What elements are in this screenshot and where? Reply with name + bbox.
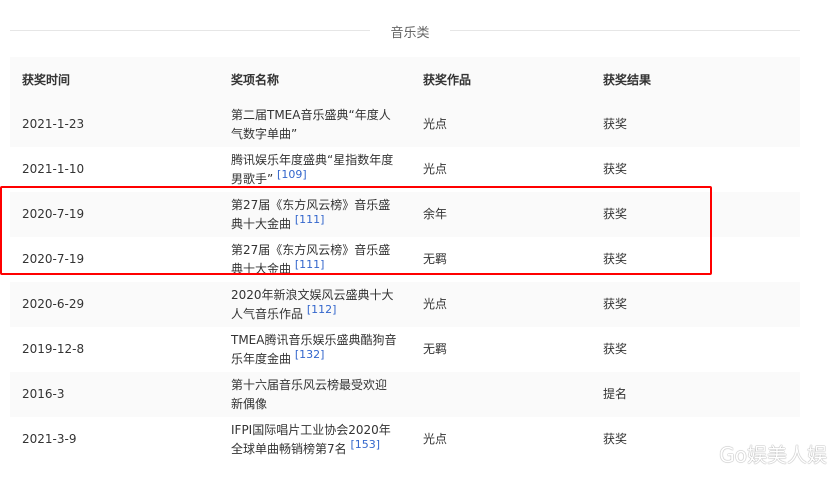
section-header: 音乐类 bbox=[10, 20, 800, 41]
date-cell: 2016-3 bbox=[22, 387, 65, 401]
header-work: 获奖作品 bbox=[423, 73, 472, 87]
work-cell bbox=[411, 372, 591, 417]
work-cell: 无羁 bbox=[423, 342, 448, 356]
section-title: 音乐类 bbox=[390, 26, 430, 41]
result-cell: 获奖 bbox=[603, 297, 628, 311]
header-award: 奖项名称 bbox=[231, 73, 280, 87]
work-cell: 光点 bbox=[423, 297, 448, 311]
table-header-row: 获奖时间 奖项名称 获奖作品 获奖结果 bbox=[10, 57, 800, 102]
divider bbox=[450, 30, 800, 31]
table-row: 2019-12-8 TMEA腾讯音乐娱乐盛典酷狗音乐年度金曲 [132] 无羁 … bbox=[10, 327, 800, 372]
date-cell: 2021-1-23 bbox=[22, 117, 85, 131]
table-row: 2016-3 第十六届音乐风云榜最受欢迎新偶像 提名 bbox=[10, 372, 800, 417]
date-cell: 2020-6-29 bbox=[22, 297, 85, 311]
reference-link[interactable]: [112] bbox=[307, 303, 337, 316]
reference-link[interactable]: [132] bbox=[295, 348, 325, 361]
result-cell: 提名 bbox=[603, 387, 628, 401]
header-result: 获奖结果 bbox=[603, 73, 652, 87]
table-row: 2021-3-9 IFPI国际唱片工业协会2020年全球单曲畅销榜第7名 [15… bbox=[10, 417, 800, 462]
work-cell: 光点 bbox=[423, 432, 448, 446]
award-cell: IFPI国际唱片工业协会2020年全球单曲畅销榜第7名 [153] bbox=[219, 417, 411, 462]
watermark: Go娱美人娱 bbox=[719, 443, 827, 467]
award-cell: 第二届TMEA音乐盛典“年度人气数字单曲” bbox=[219, 102, 411, 147]
reference-link[interactable]: [153] bbox=[350, 438, 380, 451]
result-cell: 获奖 bbox=[603, 342, 628, 356]
reference-link[interactable]: [109] bbox=[277, 168, 307, 181]
date-cell: 2021-3-9 bbox=[22, 432, 77, 446]
award-name: 第十六届音乐风云榜最受欢迎新偶像 bbox=[231, 377, 388, 411]
award-name: 第二届TMEA音乐盛典“年度人气数字单曲” bbox=[231, 107, 391, 141]
result-cell: 获奖 bbox=[603, 117, 628, 131]
award-cell: TMEA腾讯音乐娱乐盛典酷狗音乐年度金曲 [132] bbox=[219, 327, 411, 372]
header-date: 获奖时间 bbox=[22, 73, 71, 87]
work-cell: 光点 bbox=[423, 117, 448, 131]
red-highlight-box bbox=[0, 186, 712, 275]
award-cell: 第十六届音乐风云榜最受欢迎新偶像 bbox=[219, 372, 411, 417]
date-cell: 2019-12-8 bbox=[22, 342, 85, 356]
divider bbox=[10, 30, 370, 31]
table-row: 2020-6-29 2020年新浪文娱风云盛典十大人气音乐作品 [112] 光点… bbox=[10, 282, 800, 327]
table-row: 2021-1-23 第二届TMEA音乐盛典“年度人气数字单曲” 光点 获奖 bbox=[10, 102, 800, 147]
award-cell: 2020年新浪文娱风云盛典十大人气音乐作品 [112] bbox=[219, 282, 411, 327]
award-name: 腾讯娱乐年度盛典“星指数年度男歌手” bbox=[231, 152, 394, 186]
